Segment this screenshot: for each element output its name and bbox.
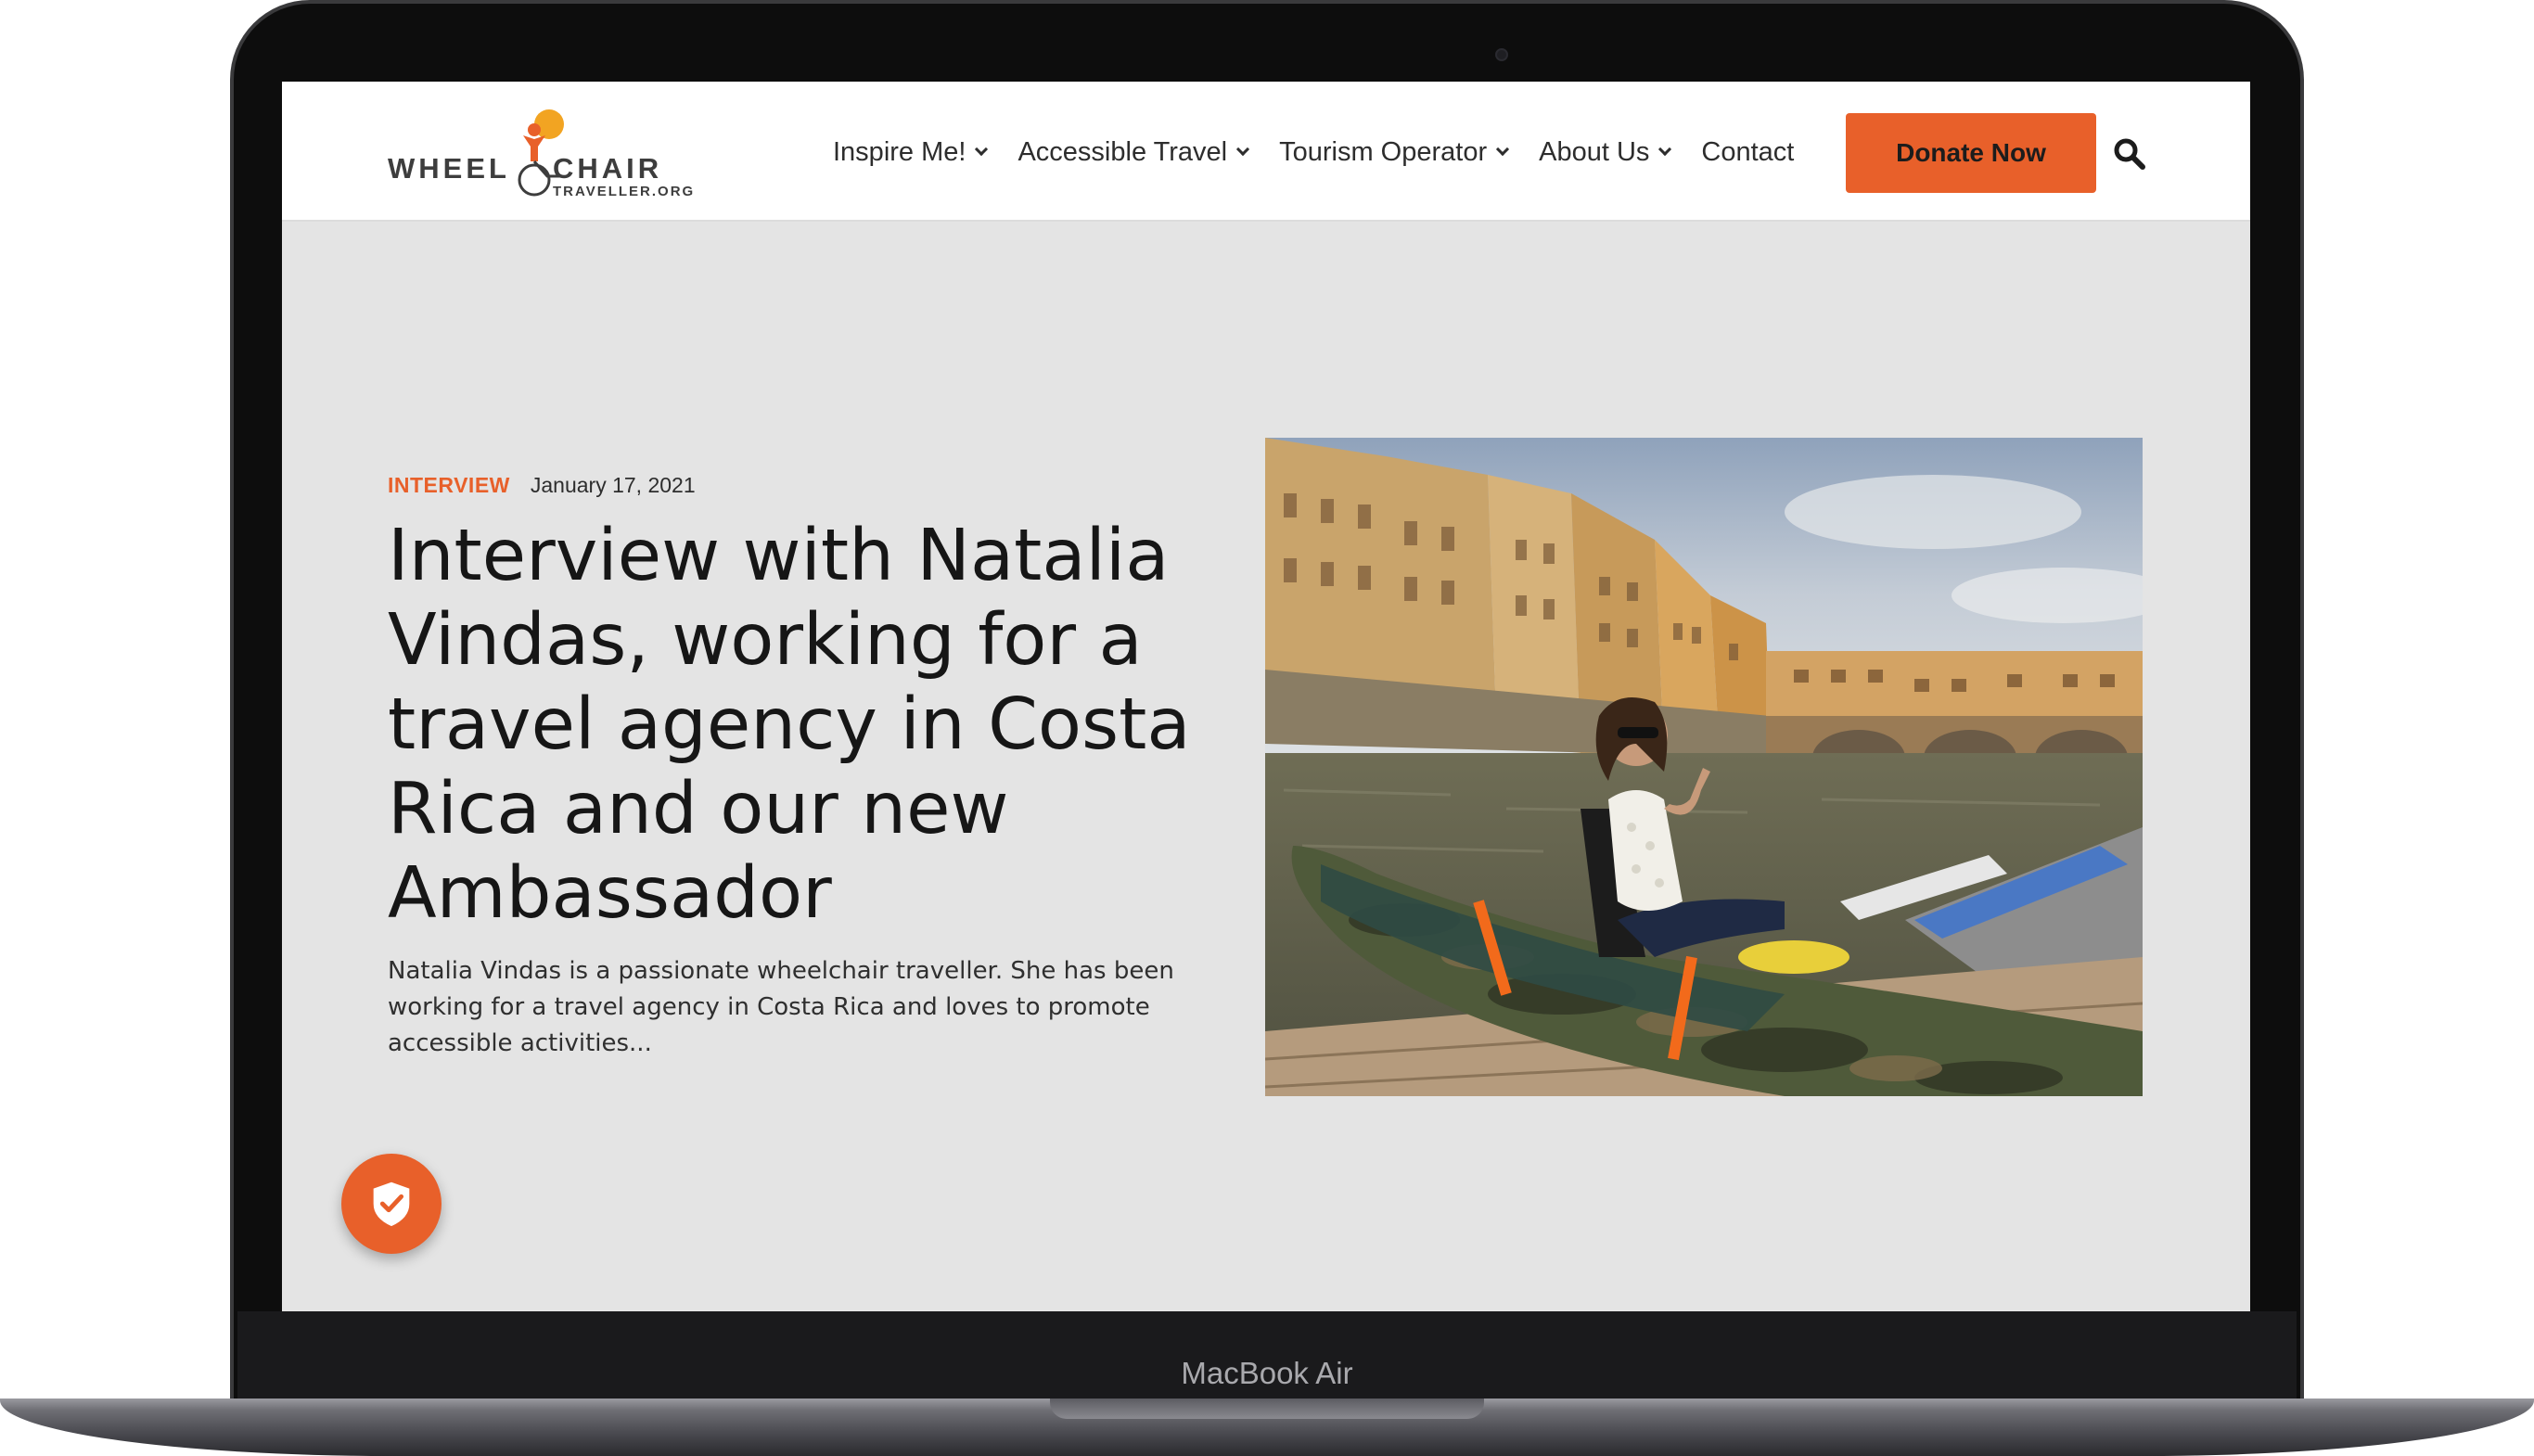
nav-item-contact[interactable]: Contact xyxy=(1701,137,1794,168)
site-logo[interactable]: WHEEL CHAIR TRAVELLER.ORG xyxy=(388,108,714,200)
nav-item-inspire-me[interactable]: Inspire Me! xyxy=(833,136,989,168)
logo-word-right: CHAIR xyxy=(553,152,663,185)
chevron-down-icon xyxy=(1658,142,1672,157)
post-featured-image[interactable] xyxy=(1265,438,2143,1096)
nav-item-label: About Us xyxy=(1539,136,1650,167)
laptop-hinge-notch xyxy=(1050,1399,1484,1419)
nav-item-accessible-travel[interactable]: Accessible Travel xyxy=(1017,136,1250,168)
category-tag[interactable]: INTERVIEW xyxy=(388,473,510,498)
chevron-down-icon xyxy=(1496,142,1510,157)
main-nav: Inspire Me! Accessible Travel Tourism Op… xyxy=(833,126,1825,178)
post-title[interactable]: Interview with Natalia Vindas, working f… xyxy=(388,514,1241,936)
logo-domain: TRAVELLER.ORG xyxy=(553,184,696,199)
camera-dot xyxy=(1495,48,1508,61)
nav-item-tourism-operator[interactable]: Tourism Operator xyxy=(1279,136,1510,168)
privacy-shield-button[interactable] xyxy=(341,1154,442,1254)
post-excerpt: Natalia Vindas is a passionate wheelchai… xyxy=(388,957,1174,1057)
device-label: MacBook Air xyxy=(1181,1356,1353,1390)
nav-item-about-us[interactable]: About Us xyxy=(1539,136,1672,168)
search-icon[interactable] xyxy=(2111,135,2148,172)
post-date: January 17, 2021 xyxy=(530,473,696,497)
site-header: WHEEL CHAIR TRAVELLER.ORG Inspire Me! Ac… xyxy=(282,82,2250,222)
shield-check-icon xyxy=(373,1181,410,1227)
browser-viewport: WHEEL CHAIR TRAVELLER.ORG Inspire Me! Ac… xyxy=(282,82,2250,1311)
nav-item-label: Contact xyxy=(1701,136,1795,167)
post-meta: INTERVIEW January 17, 2021 xyxy=(388,473,696,498)
chevron-down-icon xyxy=(975,142,989,157)
logo-word-left: WHEEL xyxy=(388,152,510,185)
nav-item-label: Inspire Me! xyxy=(833,136,966,167)
donate-now-button[interactable]: Donate Now xyxy=(1846,113,2096,193)
nav-item-label: Accessible Travel xyxy=(1017,136,1228,167)
chevron-down-icon xyxy=(1236,142,1250,157)
nav-item-label: Tourism Operator xyxy=(1279,136,1488,167)
